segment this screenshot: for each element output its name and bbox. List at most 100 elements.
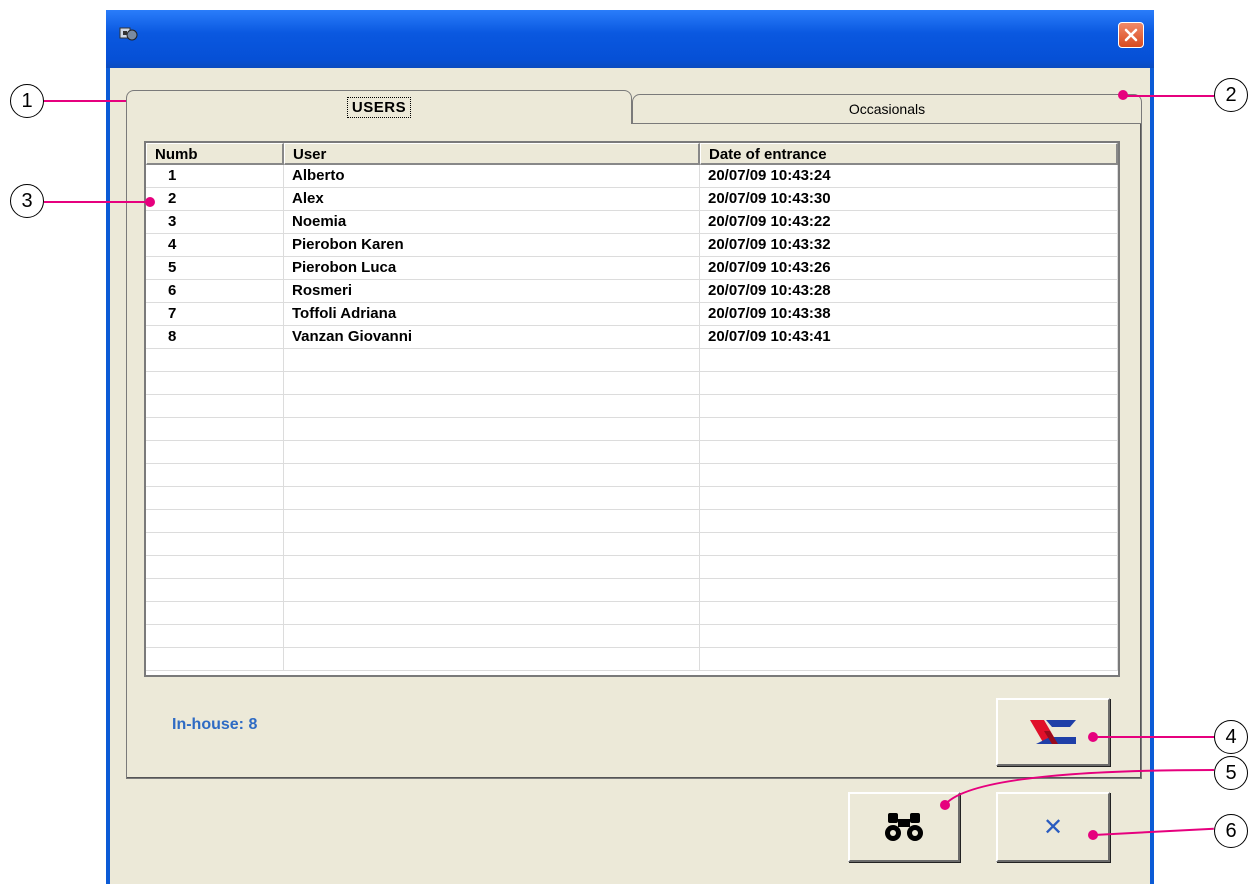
numb-cell (146, 349, 284, 371)
date-cell: 20/07/09 10:43:30 (700, 188, 1118, 210)
table-row[interactable]: 8 Vanzan Giovanni 20/07/09 10:43:41 (146, 326, 1118, 349)
user-cell: Pierobon Karen (284, 234, 700, 256)
table-row[interactable]: 2 Alex 20/07/09 10:43:30 (146, 188, 1118, 211)
users-table[interactable]: Numb User Date of entrance 1 Alberto 20/07… (144, 141, 1120, 677)
numb-cell (146, 441, 284, 463)
empty-row (146, 441, 1118, 464)
numb-cell: 6 (146, 280, 284, 302)
numb-cell (146, 418, 284, 440)
close-icon: ✕ (1042, 813, 1064, 841)
callout-3-line (44, 201, 150, 203)
tab-occasionals[interactable]: Occasionals (632, 94, 1142, 124)
numb-cell (146, 625, 284, 647)
table-row[interactable]: 4 Pierobon Karen 20/07/09 10:43:32 (146, 234, 1118, 257)
title-bar[interactable] (106, 10, 1154, 68)
tab-occasionals-label: Occasionals (848, 101, 926, 117)
empty-row (146, 556, 1118, 579)
callout-4-line (1094, 736, 1214, 738)
empty-row (146, 487, 1118, 510)
user-cell (284, 441, 700, 463)
callout-2: 2 (1214, 78, 1248, 112)
numb-cell (146, 602, 284, 624)
date-cell (700, 464, 1118, 486)
date-cell: 20/07/09 10:43:41 (700, 326, 1118, 348)
app-icon (119, 27, 138, 41)
table-row[interactable]: 6 Rosmeri 20/07/09 10:43:28 (146, 280, 1118, 303)
date-cell (700, 648, 1118, 670)
table-row[interactable]: 7 Toffoli Adriana 20/07/09 10:43:38 (146, 303, 1118, 326)
callout-4: 4 (1214, 720, 1248, 754)
column-header-user[interactable]: User (284, 143, 700, 165)
table-header: Numb User Date of entrance (146, 143, 1118, 165)
callout-5-dot (940, 800, 950, 810)
numb-cell: 8 (146, 326, 284, 348)
numb-cell: 1 (146, 165, 284, 187)
user-cell (284, 533, 700, 555)
numb-cell (146, 395, 284, 417)
column-header-numb[interactable]: Numb (146, 143, 284, 165)
users-window: Occasionals USERS Numb User Date of entr… (106, 10, 1154, 884)
empty-row (146, 602, 1118, 625)
date-cell: 20/07/09 10:43:38 (700, 303, 1118, 325)
numb-cell (146, 372, 284, 394)
empty-row (146, 395, 1118, 418)
user-cell (284, 349, 700, 371)
in-house-count: In-house: 8 (172, 716, 258, 733)
user-cell: Noemia (284, 211, 700, 233)
date-cell (700, 510, 1118, 532)
table-row[interactable]: 5 Pierobon Luca 20/07/09 10:43:26 (146, 257, 1118, 280)
user-cell (284, 395, 700, 417)
logo-icon (1030, 720, 1076, 744)
date-cell: 20/07/09 10:43:26 (700, 257, 1118, 279)
empty-row (146, 510, 1118, 533)
date-cell (700, 533, 1118, 555)
empty-row (146, 349, 1118, 372)
empty-row (146, 579, 1118, 602)
user-cell: Alex (284, 188, 700, 210)
empty-row (146, 418, 1118, 441)
binoculars-icon (885, 813, 923, 841)
empty-row (146, 372, 1118, 395)
tab-users[interactable]: USERS (126, 90, 632, 124)
user-cell (284, 648, 700, 670)
numb-cell (146, 648, 284, 670)
tab-divider (632, 123, 1142, 124)
user-cell (284, 625, 700, 647)
callout-4-dot (1088, 732, 1098, 742)
callout-5: 5 (1214, 756, 1248, 790)
date-cell (700, 602, 1118, 624)
date-cell: 20/07/09 10:43:22 (700, 211, 1118, 233)
date-cell: 20/07/09 10:43:28 (700, 280, 1118, 302)
numb-cell (146, 464, 284, 486)
user-cell (284, 487, 700, 509)
window-close-button[interactable] (1118, 22, 1144, 48)
callout-2-line (1124, 95, 1214, 97)
numb-cell: 4 (146, 234, 284, 256)
user-cell (284, 418, 700, 440)
date-cell (700, 487, 1118, 509)
close-icon (1124, 28, 1138, 42)
callout-3-dot (145, 197, 155, 207)
callout-1: 1 (10, 84, 44, 118)
empty-row (146, 533, 1118, 556)
date-cell: 20/07/09 10:43:32 (700, 234, 1118, 256)
date-cell (700, 372, 1118, 394)
user-cell (284, 510, 700, 532)
user-cell: Toffoli Adriana (284, 303, 700, 325)
date-cell (700, 441, 1118, 463)
numb-cell: 7 (146, 303, 284, 325)
numb-cell: 2 (146, 188, 284, 210)
user-cell (284, 579, 700, 601)
numb-cell (146, 510, 284, 532)
table-row[interactable]: 1 Alberto 20/07/09 10:43:24 (146, 165, 1118, 188)
callout-6: 6 (1214, 814, 1248, 848)
column-header-date[interactable]: Date of entrance (700, 143, 1118, 165)
date-cell (700, 625, 1118, 647)
table-row[interactable]: 3 Noemia 20/07/09 10:43:22 (146, 211, 1118, 234)
callout-2-dot (1118, 90, 1128, 100)
empty-row (146, 464, 1118, 487)
date-cell: 20/07/09 10:43:24 (700, 165, 1118, 187)
user-cell (284, 372, 700, 394)
callout-3: 3 (10, 184, 44, 218)
numb-cell: 3 (146, 211, 284, 233)
